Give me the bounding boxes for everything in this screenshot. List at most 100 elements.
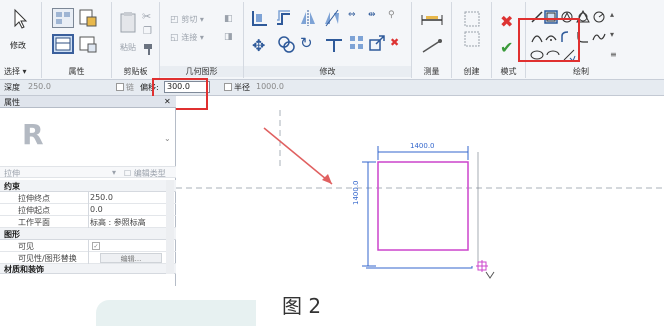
- split-face-icon[interactable]: ◧: [224, 14, 233, 24]
- properties-header: 属性 ✕: [0, 96, 176, 108]
- family-types-button[interactable]: [52, 8, 74, 28]
- radius-checkbox[interactable]: [224, 83, 232, 91]
- cancel-edit-icon[interactable]: ✖: [500, 12, 513, 31]
- join-geometry-button[interactable]: ◱ 连接 ▾: [170, 32, 204, 43]
- move-icon[interactable]: ✥: [252, 36, 265, 55]
- property-label: 拉伸起点: [18, 206, 50, 215]
- materials-group[interactable]: 材质和装饰: [0, 264, 176, 274]
- visible-label: 可见: [18, 242, 34, 251]
- visibility-label: 可见性/图形替换: [18, 254, 77, 263]
- watermark-band: [96, 300, 256, 326]
- measure-panel-label: 测量: [423, 67, 440, 76]
- circle-icon[interactable]: [592, 10, 606, 24]
- spline-icon[interactable]: [592, 30, 606, 44]
- properties-scrollbar[interactable]: [166, 180, 174, 274]
- property-row: 拉伸终点 250.0: [0, 192, 176, 204]
- property-row: 可见性/图形替换 编辑...: [0, 252, 176, 264]
- family-category-button[interactable]: [78, 8, 98, 28]
- cut-geometry-button[interactable]: ◰ 剪切 ▾: [170, 14, 204, 25]
- pin-icon[interactable]: ⚲: [388, 10, 395, 20]
- cut-icon[interactable]: ✂: [142, 10, 151, 23]
- chain-checkbox[interactable]: [116, 83, 124, 91]
- edit-type-icon: ☐: [124, 169, 134, 178]
- options-bar: 深度 250.0 链 偏移: 300.0 半径 1000.0: [0, 80, 664, 96]
- copy-element-icon[interactable]: [276, 34, 296, 54]
- clipboard-panel: 粘贴 ✂ ❐ 剪贴板: [112, 2, 160, 78]
- measure-icon[interactable]: [420, 12, 444, 28]
- draw-expand-icon[interactable]: ≡: [610, 50, 617, 59]
- select-panel: 修改 选择 ▾: [0, 2, 42, 78]
- paste-button[interactable]: [118, 10, 138, 37]
- clipboard-panel-label: 剪贴板: [123, 67, 148, 76]
- cursor-pointer-icon: [485, 271, 495, 279]
- geometry-panel: ◰ 剪切 ▾ ◱ 连接 ▾ ◧ ◨ 几何图形: [160, 2, 244, 78]
- modify-panel: ⇔ ⇹ ⚲ ✥ ↻ ✖ 修改: [244, 2, 412, 78]
- match-properties-button[interactable]: [142, 42, 156, 59]
- depth-label: 深度: [4, 83, 20, 92]
- radius-field[interactable]: 1000.0: [256, 82, 284, 91]
- offset-icon[interactable]: [274, 8, 294, 28]
- draw-scroll-up-icon[interactable]: ▴: [610, 10, 614, 19]
- chain-label: 链: [126, 83, 134, 92]
- draw-panel-label: 绘制: [573, 67, 589, 76]
- mode-panel-label: 模式: [500, 67, 517, 76]
- family-preview-icon: R: [22, 118, 44, 151]
- align-icon[interactable]: [250, 8, 270, 28]
- radius-label: 半径: [234, 83, 250, 92]
- copy-icon[interactable]: ❐: [143, 26, 152, 37]
- family-types-icon: [56, 12, 70, 24]
- property-row: 工作平面 标高 : 参照标高: [0, 216, 176, 228]
- modify-tool-button[interactable]: [12, 8, 28, 33]
- materials-group-label: 材质和装饰: [4, 265, 44, 274]
- create-component-icon[interactable]: [462, 10, 482, 54]
- array-icon[interactable]: [348, 34, 366, 52]
- trim-extend-icon[interactable]: [324, 34, 344, 54]
- properties-icon: [55, 37, 71, 51]
- edit-type-button[interactable]: ☐ 编辑类型: [124, 168, 166, 179]
- type-filter-dropdown[interactable]: ▾: [112, 168, 116, 177]
- properties-panel: 属性: [42, 2, 112, 78]
- type-properties-button[interactable]: [78, 34, 98, 54]
- properties-panel-label: 属性: [68, 67, 85, 76]
- constraints-group[interactable]: 约束: [0, 180, 176, 192]
- annotation-arrow: [263, 127, 333, 185]
- property-label: 拉伸终点: [18, 194, 50, 203]
- visibility-edit-button[interactable]: 编辑...: [100, 253, 162, 263]
- geometry-panel-label: 几何图形: [160, 66, 243, 77]
- mirror-axis-icon[interactable]: [298, 8, 318, 28]
- edit-type-label: 编辑类型: [133, 169, 166, 178]
- depth-field[interactable]: 250.0: [28, 82, 51, 91]
- create-panel-label: 创建: [463, 67, 480, 76]
- property-row: 拉伸起点 0.0: [0, 204, 176, 216]
- create-panel: 创建: [452, 2, 492, 78]
- close-icon[interactable]: ✕: [164, 97, 171, 106]
- drawing-canvas[interactable]: [176, 96, 664, 286]
- extrusion-start-field[interactable]: 0.0: [90, 205, 103, 214]
- dimension-label-horizontal[interactable]: 1400.0: [410, 142, 435, 150]
- cursor-icon: [14, 8, 28, 29]
- sketch-rectangle[interactable]: [377, 161, 469, 251]
- type-selector[interactable]: R ⌄: [4, 112, 172, 162]
- mirror-line-icon[interactable]: [322, 8, 342, 28]
- type-properties-icon: [79, 36, 97, 53]
- select-dropdown[interactable]: 选择 ▾: [4, 66, 41, 77]
- delete-icon[interactable]: ✖: [390, 36, 399, 49]
- type-name: 拉伸: [4, 169, 20, 178]
- join-geometry-label: 连接: [181, 33, 198, 42]
- rotate-icon[interactable]: ↻: [300, 34, 313, 52]
- dimension-icon[interactable]: [420, 38, 444, 54]
- scale-icon[interactable]: [368, 34, 386, 52]
- finish-edit-icon[interactable]: ✔: [500, 38, 513, 57]
- paint-icon[interactable]: ◨: [224, 32, 233, 42]
- split-gap-icon[interactable]: ⇹: [368, 10, 376, 20]
- join-geometry-icon: ◱: [170, 33, 182, 43]
- draw-scroll-down-icon[interactable]: ▾: [610, 30, 614, 39]
- graphics-group[interactable]: 图形: [0, 228, 176, 240]
- extrusion-end-field[interactable]: 250.0: [90, 193, 113, 202]
- dimension-label-vertical[interactable]: 1400.0: [352, 181, 360, 206]
- annotation-arrowhead: [322, 174, 332, 184]
- properties-title: 属性: [4, 98, 20, 107]
- properties-toggle-button[interactable]: [52, 34, 74, 54]
- split-element-icon[interactable]: ⇔: [348, 10, 356, 20]
- visible-checkbox[interactable]: ✓: [92, 242, 100, 250]
